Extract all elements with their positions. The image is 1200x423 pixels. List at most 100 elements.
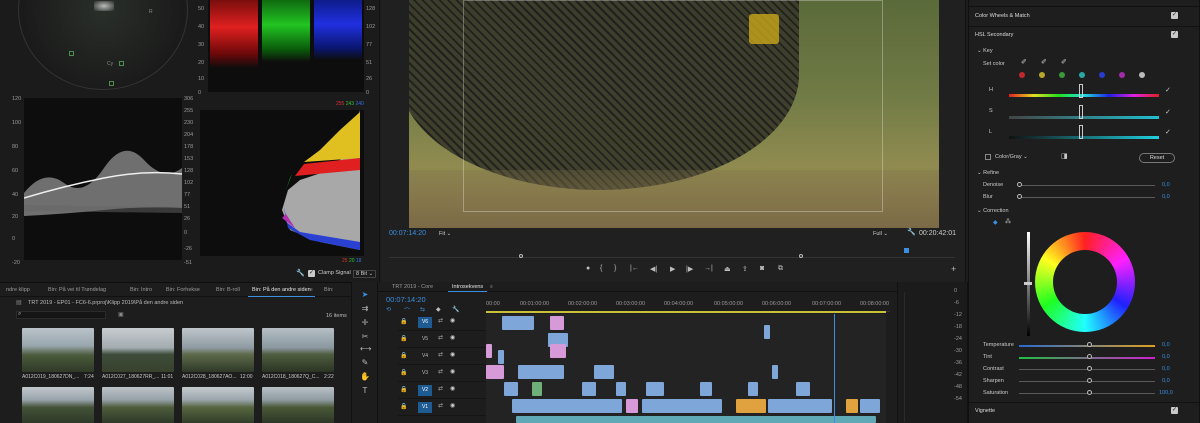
clip-v2[interactable]	[796, 382, 810, 396]
check-icon[interactable]: ✓	[1165, 108, 1171, 116]
denoise-slider[interactable]	[1019, 185, 1155, 186]
timeline-timecode[interactable]: 00:07:14:20	[386, 295, 426, 304]
timeline-ruler[interactable]: 00:00 00:01:00:00 00:02:00:00 00:03:00:0…	[486, 298, 890, 313]
clip-v4[interactable]	[486, 344, 492, 358]
vignette-section[interactable]: Vignette	[975, 408, 995, 414]
color-wheels-checkbox[interactable]: ✓	[1171, 12, 1178, 19]
color-swatch-magenta[interactable]	[1119, 72, 1125, 78]
eye-icon[interactable]: ◉	[450, 402, 455, 409]
track-select-icon[interactable]: ⇉	[360, 304, 370, 314]
correction-color-wheel[interactable]	[1035, 232, 1135, 332]
saturation-value[interactable]: 100,0	[1159, 390, 1173, 396]
clip-thumbnail[interactable]	[182, 328, 254, 372]
razor-tool-icon[interactable]: ✂	[360, 332, 370, 342]
single-wheel-icon[interactable]: ◆	[993, 219, 998, 226]
eye-icon[interactable]: ◉	[450, 351, 455, 358]
clip-thumbnail[interactable]	[22, 328, 94, 372]
clip-v4[interactable]	[498, 350, 504, 364]
eyedropper-add-icon[interactable]: ✐	[1041, 58, 1047, 66]
sync-lock-icon[interactable]: ⇄	[438, 368, 443, 375]
clip-v2[interactable]	[582, 382, 596, 396]
clip-v4[interactable]	[550, 344, 566, 358]
eyedropper-subtract-icon[interactable]: ✐	[1061, 58, 1067, 66]
contrast-value[interactable]: 0,0	[1162, 366, 1170, 372]
track-header-v5[interactable]: 🔒 V5 ⇄ ◉	[398, 331, 486, 348]
tab-bin-active[interactable]: Bin: På den andre siden	[248, 283, 315, 297]
sync-lock-icon[interactable]: ⇄	[438, 385, 443, 392]
program-scrubber[interactable]	[389, 244, 955, 258]
wrench-icon[interactable]: 🔧	[296, 269, 305, 277]
sync-lock-icon[interactable]: ⇄	[438, 402, 443, 409]
program-timecode-in[interactable]: 00:07:14:20	[389, 230, 426, 237]
refine-section[interactable]: ⌄ Refine	[977, 170, 999, 176]
eyedropper-icon[interactable]: ✐	[1021, 58, 1027, 66]
nest-icon[interactable]: ⇆	[420, 306, 425, 313]
color-swatch-gray[interactable]	[1139, 72, 1145, 78]
marker-icon[interactable]: ◆	[436, 306, 441, 313]
eye-icon[interactable]: ◉	[450, 317, 455, 324]
blur-knob[interactable]	[1017, 194, 1022, 199]
lock-icon[interactable]: 🔒	[400, 403, 407, 410]
clip-v2[interactable]	[748, 382, 758, 396]
clip-v2[interactable]	[616, 382, 626, 396]
color-swatch-yellow[interactable]	[1039, 72, 1045, 78]
clip-v1[interactable]	[846, 399, 858, 413]
check-icon[interactable]: ✓	[1165, 128, 1171, 136]
playhead[interactable]	[834, 314, 835, 423]
track-header-v4[interactable]: 🔒 V4 ⇄ ◉	[398, 348, 486, 365]
track-name[interactable]: V3	[418, 368, 432, 379]
color-swatch-blue[interactable]	[1099, 72, 1105, 78]
export-frame-icon[interactable]: ◙	[760, 265, 764, 272]
clip-v6[interactable]	[550, 316, 564, 330]
lock-icon[interactable]: 🔒	[400, 386, 407, 393]
eye-icon[interactable]: ◉	[450, 385, 455, 392]
extract-icon[interactable]: ⇪	[742, 265, 748, 273]
tint-knob[interactable]	[1087, 354, 1092, 359]
clip-v1[interactable]	[736, 399, 766, 413]
track-header-v6[interactable]: 🔒 V6 ⇄ ◉	[398, 314, 486, 331]
clip-thumbnail[interactable]	[102, 387, 174, 423]
check-icon[interactable]: ✓	[1165, 86, 1171, 94]
saturation-key-slider[interactable]	[1009, 116, 1159, 119]
vignette-checkbox[interactable]: ✓	[1171, 407, 1178, 414]
color-swatch-red[interactable]	[1019, 72, 1025, 78]
clip-v2[interactable]	[646, 382, 664, 396]
clip-v1[interactable]	[512, 399, 622, 413]
type-tool-icon[interactable]: T	[360, 386, 370, 396]
go-to-out-icon[interactable]: →|	[704, 265, 713, 272]
selection-tool-icon[interactable]: ➤	[360, 290, 370, 300]
denoise-knob[interactable]	[1017, 182, 1022, 187]
lock-icon[interactable]: 🔒	[400, 318, 407, 325]
clip-v1[interactable]	[642, 399, 722, 413]
track-name[interactable]: V5	[418, 334, 432, 345]
reset-button[interactable]: Reset	[1139, 153, 1175, 163]
clip-v3[interactable]	[518, 365, 564, 379]
luma-range-handle[interactable]	[1079, 125, 1083, 139]
lock-icon[interactable]: 🔒	[400, 369, 407, 376]
slip-tool-icon[interactable]: ⟷	[360, 344, 371, 354]
hue-slider[interactable]	[1009, 94, 1159, 97]
track-name[interactable]: V4	[418, 351, 432, 362]
sync-lock-icon[interactable]: ⇄	[438, 317, 443, 324]
correction-section[interactable]: ⌄ Correction	[977, 208, 1009, 214]
blur-slider[interactable]	[1019, 197, 1155, 198]
luma-key-slider[interactable]	[1009, 136, 1159, 139]
lock-icon[interactable]: 🔒	[400, 335, 407, 342]
bin-search-input[interactable]: ⌕	[16, 311, 106, 319]
color-swatch-cyan[interactable]	[1079, 72, 1085, 78]
tab-bin-2[interactable]: Bin: På vei til Trøndelag	[44, 283, 110, 297]
color-swatch-green[interactable]	[1059, 72, 1065, 78]
track-name[interactable]: V1	[418, 402, 432, 413]
clip-thumbnail[interactable]	[22, 387, 94, 423]
bit-depth-select[interactable]: 8 Bit ⌄	[353, 270, 377, 278]
tab-sequence-intro[interactable]: Introsekvens	[448, 282, 488, 292]
clip-v2[interactable]	[532, 382, 542, 396]
pen-tool-icon[interactable]: ✎	[360, 358, 370, 368]
saturation-knob[interactable]	[1087, 390, 1092, 395]
invert-mask-icon[interactable]: ◨	[1061, 152, 1068, 160]
color-gray-select[interactable]: Color/Gray ⌄	[995, 154, 1028, 160]
clip-v3[interactable]	[594, 365, 614, 379]
play-icon[interactable]: ▶	[670, 265, 675, 273]
lift-icon[interactable]: ⏏	[724, 265, 731, 273]
snap-icon[interactable]: ⟲	[386, 306, 391, 313]
